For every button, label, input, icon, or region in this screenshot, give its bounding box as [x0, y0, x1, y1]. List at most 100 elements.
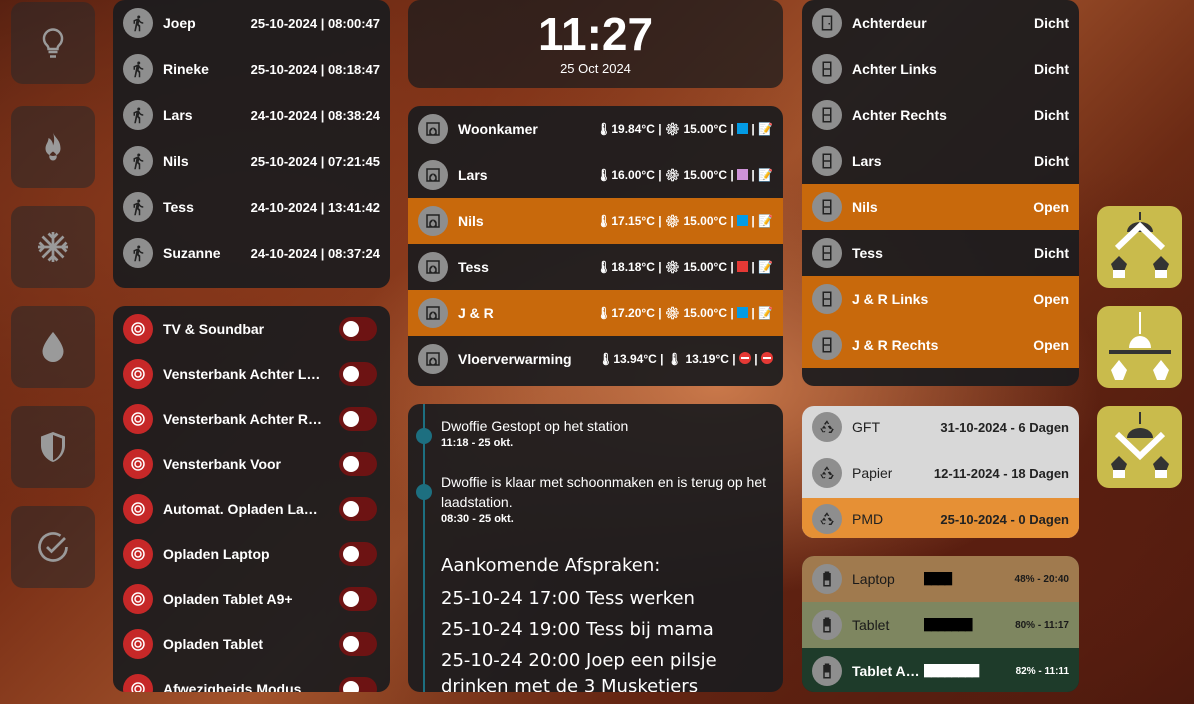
- switch-label: Opladen Laptop: [163, 546, 270, 562]
- door-sensor-row[interactable]: J & R Links Open: [802, 276, 1079, 322]
- power-socket-icon: [123, 494, 153, 524]
- activity-panel: Dwoffie Gestopt op het station 11:18 - 25…: [408, 404, 783, 692]
- fireplace-icon: [418, 206, 448, 236]
- person-name: Suzanne: [163, 245, 221, 261]
- switch-toggle[interactable]: [339, 317, 377, 341]
- power-socket-icon: [123, 404, 153, 434]
- person-row[interactable]: Nils 25-10-2024 | 07:21:45: [113, 138, 390, 184]
- thermostat-row[interactable]: Woonkamer 🌡19.84°C | ⚙ 15.00°C | | 📝: [408, 106, 783, 152]
- switch-toggle[interactable]: [339, 497, 377, 521]
- waste-row[interactable]: GFT 31-10-2024 - 6 Dagen: [802, 406, 1079, 448]
- door-state: Dicht: [1034, 245, 1069, 261]
- clock-time: 11:27: [537, 8, 654, 60]
- person-row[interactable]: Joep 25-10-2024 | 08:00:47: [113, 0, 390, 46]
- nav-security-button[interactable]: [11, 406, 95, 488]
- thermostat-row[interactable]: Vloerverwarming 🌡13.94°C | 🌡 13.19°C | |: [408, 336, 783, 382]
- thermostat-row[interactable]: Tess 🌡18.18°C | ⚙ 15.00°C | | 📝: [408, 244, 783, 290]
- room-setpoint: 15.00°C: [683, 122, 727, 136]
- fireplace-icon: [418, 252, 448, 282]
- separator: |: [748, 168, 759, 182]
- scene-lights-up-button[interactable]: [1097, 206, 1182, 288]
- water-drop-icon: [42, 332, 64, 362]
- schedule-icon: 📝: [758, 122, 773, 136]
- thermometer-icon: 🌡: [596, 122, 612, 136]
- room-setpoint: 15.00°C: [683, 168, 727, 182]
- door-sensor-row[interactable]: Nils Open: [802, 184, 1079, 230]
- room-climate: 🌡16.00°C | ⚙ 15.00°C | | 📝: [596, 168, 773, 182]
- room-climate: 🌡17.15°C | ⚙ 15.00°C | | 📝: [596, 214, 773, 228]
- nav-water-button[interactable]: [11, 306, 95, 388]
- room-climate: 🌡17.20°C | ⚙ 15.00°C | | 📝: [596, 306, 773, 320]
- person-name: Joep: [163, 15, 196, 31]
- separator: |: [726, 260, 738, 274]
- switch-toggle[interactable]: [339, 362, 377, 386]
- room-temperature: 18.18°C: [611, 260, 655, 274]
- room-setpoint: 15.00°C: [683, 306, 727, 320]
- switch-toggle[interactable]: [339, 407, 377, 431]
- thermostat-row[interactable]: Lars 🌡16.00°C | ⚙ 15.00°C | | 📝: [408, 152, 783, 198]
- timeline-time: 08:30 - 25 okt.: [441, 513, 514, 525]
- door-state: Open: [1033, 199, 1069, 215]
- door-name: Tess: [852, 245, 883, 261]
- door-sensor-row[interactable]: J & R Rechts Open: [802, 322, 1079, 368]
- person-last-seen: 25-10-2024 | 07:21:45: [250, 153, 380, 169]
- door-sensor-row[interactable]: Achterdeur Dicht: [802, 0, 1079, 46]
- door-icon: [812, 8, 842, 38]
- separator: |: [726, 122, 738, 136]
- person-row[interactable]: Tess 24-10-2024 | 13:41:42: [113, 184, 390, 230]
- switch-toggle[interactable]: [339, 632, 377, 656]
- nav-cooling-button[interactable]: [11, 206, 95, 288]
- nav-tasks-button[interactable]: [11, 506, 95, 588]
- battery-info: 82% - 11:11: [1015, 665, 1069, 677]
- person-last-seen: 25-10-2024 | 08:18:47: [250, 61, 380, 77]
- switch-label: Afwezigheids Modus: [163, 681, 302, 692]
- switch-toggle[interactable]: [339, 677, 377, 692]
- switch-label: Automat. Opladen Laptop: [163, 501, 323, 517]
- person-row[interactable]: Suzanne 24-10-2024 | 08:37:24: [113, 230, 390, 276]
- switch-row: Opladen Tablet: [113, 621, 390, 667]
- separator: |: [726, 214, 738, 228]
- device-name: Tablet: [852, 617, 890, 633]
- switch-label: TV & Soundbar: [163, 321, 265, 337]
- waste-row[interactable]: Papier 12-11-2024 - 18 Dagen: [802, 452, 1079, 494]
- waste-row[interactable]: PMD 25-10-2024 - 0 Dagen: [802, 498, 1079, 538]
- door-sensor-row[interactable]: Achter Links Dicht: [802, 46, 1079, 92]
- thermometer-icon: 🌡: [596, 260, 612, 274]
- battery-row[interactable]: Laptop ████ 48% - 20:40: [802, 556, 1079, 602]
- window-icon: [812, 192, 842, 222]
- nav-heating-button[interactable]: [11, 106, 95, 188]
- battery-row[interactable]: Tablet ███████ 80% - 11:17: [802, 602, 1079, 648]
- person-row[interactable]: Rineke 25-10-2024 | 08:18:47: [113, 46, 390, 92]
- window-icon: [812, 284, 842, 314]
- switch-row: TV & Soundbar: [113, 306, 390, 352]
- battery-row[interactable]: Tablet A9+ ████████ 82% - 11:11: [802, 648, 1079, 692]
- person-name: Rineke: [163, 61, 209, 77]
- switch-row: Automat. Opladen Laptop: [113, 486, 390, 532]
- scene-lights-down-button[interactable]: [1097, 406, 1182, 488]
- door-sensor-row[interactable]: Tess Dicht: [802, 230, 1079, 276]
- clock-date: 25 Oct 2024: [560, 61, 631, 76]
- mode-color-swatch: [737, 261, 749, 272]
- fireplace-icon: [418, 114, 448, 144]
- thermostat-row[interactable]: Nils 🌡17.15°C | ⚙ 15.00°C | | 📝: [408, 198, 783, 244]
- battery-bar: ████: [924, 573, 952, 585]
- window-icon: [812, 238, 842, 268]
- room-temperature: 17.20°C: [611, 306, 655, 320]
- switch-toggle[interactable]: [339, 542, 377, 566]
- scene-lights-button[interactable]: [1097, 306, 1182, 388]
- door-sensor-row[interactable]: Achter Rechts Dicht: [802, 92, 1079, 138]
- switch-row: Vensterbank Achter Rechts: [113, 396, 390, 442]
- person-row[interactable]: Lars 24-10-2024 | 08:38:24: [113, 92, 390, 138]
- switch-toggle[interactable]: [339, 452, 377, 476]
- walking-person-icon: [123, 192, 153, 222]
- door-name: Lars: [852, 153, 882, 169]
- switch-label: Vensterbank Voor: [163, 456, 282, 472]
- separator: |: [654, 122, 665, 136]
- battery-info: 48% - 20:40: [1014, 573, 1069, 585]
- door-sensor-row[interactable]: Lars Dicht: [802, 138, 1079, 184]
- switch-row: Opladen Laptop: [113, 531, 390, 577]
- nav-lights-button[interactable]: [11, 2, 95, 84]
- battery-icon: [812, 610, 842, 640]
- switch-toggle[interactable]: [339, 587, 377, 611]
- thermostat-row[interactable]: J & R 🌡17.20°C | ⚙ 15.00°C | | 📝: [408, 290, 783, 336]
